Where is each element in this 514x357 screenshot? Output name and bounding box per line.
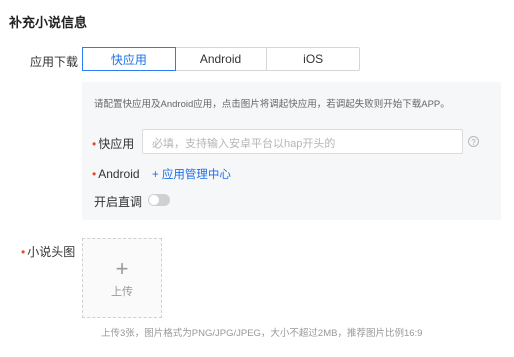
quick-app-label: 快应用 xyxy=(98,137,135,151)
image-upload-button[interactable]: + 上传 xyxy=(82,238,162,318)
platform-tabs: 快应用 Android iOS xyxy=(82,47,360,71)
avatar-label: 小说头图 xyxy=(27,245,76,259)
plus-icon: + xyxy=(115,255,129,281)
android-field-label: • Android xyxy=(92,167,140,181)
config-hint: 请配置快应用及Android应用，点击图片将调起快应用，若调起失败则开始下载AP… xyxy=(94,99,450,110)
app-config-panel: 请配置快应用及Android应用，点击图片将调起快应用，若调起失败则开始下载AP… xyxy=(82,82,501,220)
quick-app-field-label: • 快应用 xyxy=(92,135,134,152)
direct-launch-label: 开启直调 xyxy=(94,195,143,209)
quick-app-input[interactable]: 必填，支持输入安卓平台以hap开头的 xyxy=(142,129,463,154)
app-management-link[interactable]: + 应用管理中心 xyxy=(152,166,231,182)
question-circle-icon[interactable]: ? xyxy=(468,136,479,147)
section-title: 补充小说信息 xyxy=(9,15,88,30)
required-mark: • xyxy=(92,167,97,181)
upload-label: 上传 xyxy=(111,285,133,298)
required-mark: • xyxy=(21,245,26,259)
app-download-label: 应用下载 xyxy=(30,55,79,69)
toggle-knob xyxy=(149,195,159,205)
required-mark: • xyxy=(92,137,97,151)
upload-hint: 上传3张，图片格式为PNG/JPG/JPEG，大小不超过2MB，推荐图片比例16… xyxy=(101,328,423,339)
tab-ios[interactable]: iOS xyxy=(267,48,359,70)
direct-launch-toggle[interactable] xyxy=(148,194,170,206)
android-label: Android xyxy=(98,167,140,181)
tab-quick-app[interactable]: 快应用 xyxy=(82,47,176,71)
tab-android[interactable]: Android xyxy=(175,48,268,70)
avatar-field-label: • 小说头图 xyxy=(21,243,75,260)
